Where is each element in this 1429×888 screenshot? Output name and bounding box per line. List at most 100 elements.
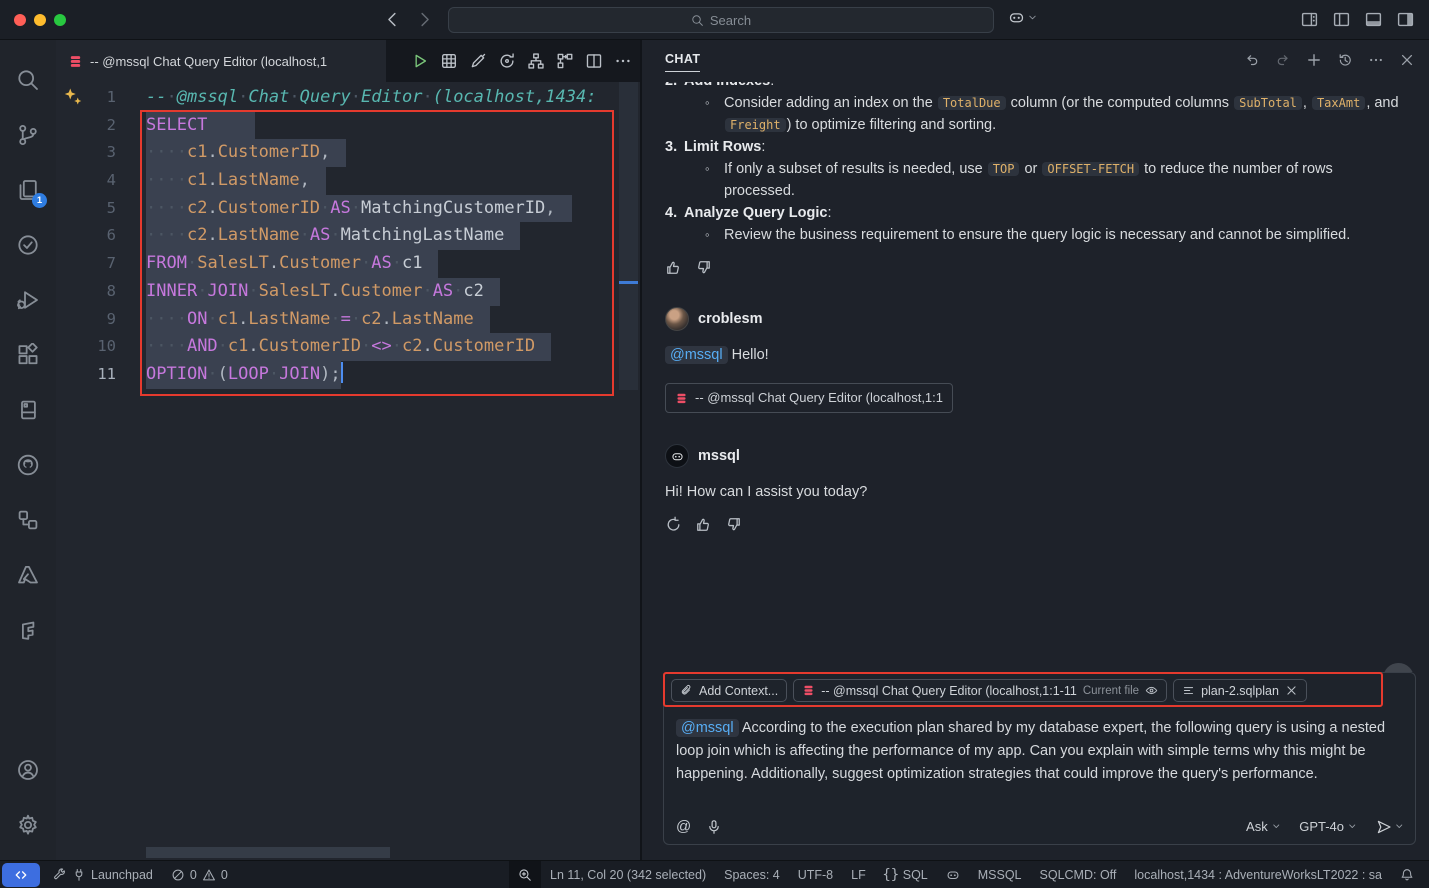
sqlcmd-status[interactable]: SQLCMD: Off (1031, 861, 1126, 888)
gear-icon (16, 813, 40, 837)
problems-status[interactable]: 00 (162, 861, 237, 888)
list-item-title: Add Indexes (684, 82, 770, 89)
context-chip[interactable]: plan-2.sqlplan (1173, 679, 1307, 702)
status-label: SQL (903, 868, 928, 882)
activity-bar-run-debug-icon[interactable] (4, 272, 52, 327)
actual-plan-icon[interactable] (556, 52, 574, 70)
pen-icon[interactable] (469, 52, 487, 70)
activity-bar-copy-files-icon[interactable]: 1 (4, 162, 52, 217)
code-line[interactable]: 10····AND·c1.CustomerID·<>·c2.CustomerID (56, 333, 618, 361)
line-number: 8 (56, 278, 116, 306)
more-actions-icon[interactable] (614, 52, 632, 70)
chat-input-container[interactable]: Add Context... -- @mssql Chat Query Edito… (663, 672, 1416, 845)
code-line[interactable]: 3····c1.CustomerID, (56, 139, 618, 167)
eye-icon[interactable] (1145, 684, 1158, 697)
panel-right-icon[interactable] (1396, 10, 1415, 29)
line-number: 5 (56, 195, 116, 223)
rerun-icon[interactable] (665, 516, 682, 533)
activity-bar-notebook-icon[interactable] (4, 382, 52, 437)
code-editor[interactable]: 1--·@mssql·Chat·Query·Editor·(localhost,… (56, 82, 640, 860)
command-center-search[interactable]: Search (448, 7, 994, 33)
chat-input-text[interactable]: @mssql According to the execution plan s… (664, 708, 1415, 786)
split-editor-icon[interactable] (585, 52, 603, 70)
code-line[interactable]: 1--·@mssql·Chat·Query·Editor·(localhost,… (56, 84, 618, 112)
model-picker-dropdown[interactable]: GPT-4o (1299, 819, 1356, 834)
close-icon[interactable] (1399, 52, 1415, 68)
navigate-back-icon[interactable] (383, 10, 402, 29)
more-actions-icon[interactable] (1368, 52, 1384, 68)
inline-code-chip: SubTotal (1234, 96, 1302, 110)
context-chips-row: Add Context... -- @mssql Chat Query Edito… (664, 673, 1415, 708)
launchpad-status[interactable]: Launchpad (44, 861, 162, 888)
add-context-button[interactable]: Add Context... (671, 679, 787, 702)
refresh-connection-icon[interactable] (498, 52, 516, 70)
code-line[interactable]: 8INNER·JOIN·SalesLT.Customer·AS·c2 (56, 278, 618, 306)
notifications-bell[interactable] (1391, 861, 1423, 888)
redo-icon[interactable] (1275, 52, 1291, 68)
language-status[interactable]: {}SQL (875, 861, 937, 888)
code-line[interactable]: 4····c1.LastName, (56, 167, 618, 195)
scroll-to-bottom-button[interactable] (1383, 663, 1414, 672)
send-button[interactable] (1376, 819, 1404, 835)
mention-button[interactable]: @ (676, 818, 691, 835)
remote-indicator[interactable] (2, 863, 40, 887)
activity-bar-testing-icon[interactable] (4, 217, 52, 272)
activity-bar-fabric-icon[interactable] (4, 602, 52, 657)
chat-mode-dropdown[interactable]: Ask (1246, 819, 1280, 834)
editor-tab[interactable]: -- @mssql Chat Query Editor (localhost,1 (56, 40, 386, 82)
run-query-icon[interactable] (411, 52, 429, 70)
line-number: 1 (56, 84, 116, 112)
eol-status[interactable]: LF (842, 861, 875, 888)
panel-bottom-icon[interactable] (1364, 10, 1383, 29)
activity-bar-source-control-icon[interactable] (4, 107, 52, 162)
attached-file-chip[interactable]: -- @mssql Chat Query Editor (localhost,1… (665, 383, 953, 413)
code-line[interactable]: 6····c2.LastName·AS·MatchingLastName (56, 222, 618, 250)
navigate-forward-icon[interactable] (415, 10, 434, 29)
encoding-status[interactable]: UTF-8 (789, 861, 842, 888)
chat-tab[interactable]: CHAT (665, 52, 700, 66)
connection-status[interactable]: localhost,1434 : AdventureWorksLT2022 : … (1125, 861, 1391, 888)
editor-horizontal-scrollbar[interactable] (146, 847, 390, 858)
code-line[interactable]: 2SELECT (56, 112, 618, 140)
code-line[interactable]: 9····ON·c1.LastName·=·c2.LastName (56, 306, 618, 334)
estimated-plan-icon[interactable] (527, 52, 545, 70)
mssql-status[interactable]: MSSQL (969, 861, 1031, 888)
microphone-icon[interactable] (706, 819, 722, 835)
thumbs-up-icon[interactable] (665, 259, 682, 276)
activity-bar-schema-designer-icon[interactable] (4, 492, 52, 547)
code-line[interactable]: 5 ····c2.CustomerID·AS·MatchingCustomerID… (56, 195, 618, 223)
undo-icon[interactable] (1244, 52, 1260, 68)
activity-bar-gear-icon[interactable] (4, 797, 52, 852)
copilot-menu-button[interactable] (1008, 9, 1037, 26)
cursor-position-status[interactable]: Ln 11, Col 20 (342 selected) (541, 861, 715, 888)
assistant-list-item: 2.Add Indexes: (665, 82, 1407, 92)
indentation-status[interactable]: Spaces: 4 (715, 861, 789, 888)
maximize-window-button[interactable] (54, 14, 66, 26)
thumbs-down-icon[interactable] (725, 516, 742, 533)
results-grid-icon[interactable] (440, 52, 458, 70)
activity-bar-extensions-icon[interactable] (4, 327, 52, 382)
copilot-status[interactable] (937, 861, 969, 888)
close-icon[interactable] (1285, 684, 1298, 697)
assistant-bullet: ◦Review the business requirement to ensu… (705, 224, 1407, 246)
activity-bar-account-icon[interactable] (4, 742, 52, 797)
layout-icon[interactable] (1300, 10, 1319, 29)
list-item-title: Analyze Query Logic (684, 205, 827, 221)
zoom-status[interactable] (509, 861, 541, 888)
assistant-message-header: mssql (665, 444, 1407, 468)
thumbs-up-icon[interactable] (695, 516, 712, 533)
editor-vertical-scrollbar[interactable] (619, 82, 638, 390)
new-chat-icon[interactable] (1306, 52, 1322, 68)
history-icon[interactable] (1337, 52, 1353, 68)
minimize-window-button[interactable] (34, 14, 46, 26)
context-chip[interactable]: -- @mssql Chat Query Editor (localhost,1… (793, 679, 1167, 702)
code-text: ····c2.CustomerID·AS·MatchingCustomerID, (146, 195, 572, 223)
code-line[interactable]: 7FROM·SalesLT.Customer·AS·c1 (56, 250, 618, 278)
thumbs-down-icon[interactable] (695, 259, 712, 276)
activity-bar-search-icon[interactable] (4, 52, 52, 107)
close-window-button[interactable] (14, 14, 26, 26)
activity-bar-github-icon[interactable] (4, 437, 52, 492)
code-line[interactable]: 11OPTION·(LOOP·JOIN); (56, 361, 618, 389)
activity-bar-azure-icon[interactable] (4, 547, 52, 602)
panel-left-icon[interactable] (1332, 10, 1351, 29)
